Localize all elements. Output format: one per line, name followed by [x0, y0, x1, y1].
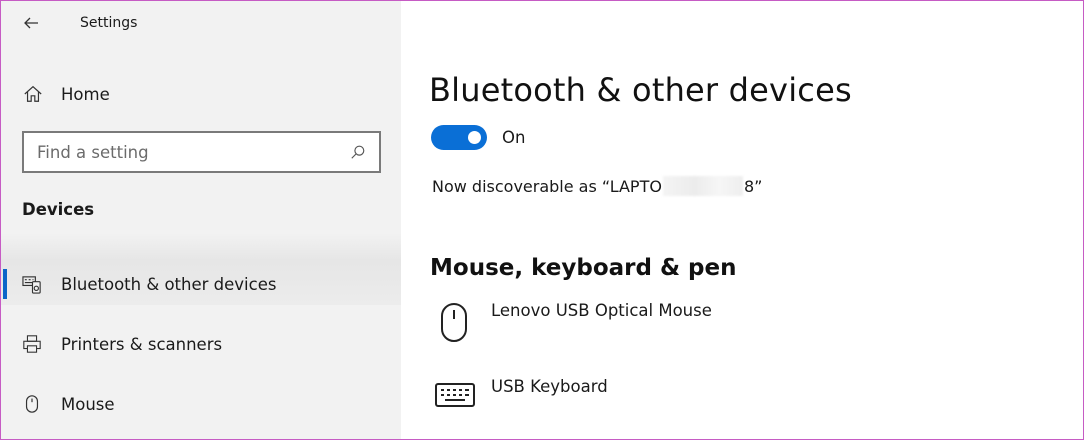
search-box[interactable] — [22, 131, 381, 173]
mouse-icon — [433, 303, 477, 347]
sidebar-item-home[interactable]: Home — [1, 77, 401, 111]
toggle-state-label: On — [502, 128, 526, 147]
search-input[interactable] — [37, 142, 337, 162]
back-arrow-icon — [24, 17, 38, 29]
nav-hover-shade — [1, 233, 401, 261]
search-icon[interactable] — [349, 143, 367, 161]
device-name: Lenovo USB Optical Mouse — [491, 301, 712, 320]
sidebar-item-mouse[interactable]: Mouse — [1, 384, 401, 424]
redacted-device-name — [662, 176, 743, 196]
printer-icon — [21, 333, 43, 355]
discoverable-prefix: Now discoverable as “LAPTO — [432, 176, 662, 196]
discoverable-text: Now discoverable as “LAPTO 8” — [432, 176, 762, 196]
device-item[interactable]: USB Keyboard — [433, 377, 608, 423]
sidebar-item-printers[interactable]: Printers & scanners — [1, 324, 401, 364]
discoverable-suffix: 8” — [743, 176, 763, 196]
section-title-mouse-keyboard-pen: Mouse, keyboard & pen — [430, 255, 737, 281]
page-title: Bluetooth & other devices — [429, 71, 852, 109]
section-heading: Devices — [22, 200, 95, 219]
app-title: Settings — [80, 15, 138, 31]
device-name: USB Keyboard — [491, 377, 608, 396]
bluetooth-toggle[interactable] — [431, 125, 487, 150]
back-button[interactable] — [1, 1, 61, 45]
mouse-icon — [21, 393, 43, 415]
keyboard-icon — [433, 379, 477, 423]
sidebar-item-label: Mouse — [61, 394, 115, 414]
sidebar-item-label: Printers & scanners — [61, 334, 223, 354]
settings-window: Settings Home Devices — [0, 0, 1084, 440]
sidebar-item-label: Home — [61, 84, 110, 104]
bluetooth-devices-icon — [21, 273, 43, 295]
sidebar-item-bluetooth[interactable]: Bluetooth & other devices — [1, 264, 401, 304]
device-item[interactable]: Lenovo USB Optical Mouse — [433, 301, 712, 347]
bluetooth-toggle-row: On — [431, 125, 525, 150]
title-bar: Settings — [1, 1, 401, 45]
home-icon — [22, 83, 44, 105]
sidebar: Settings Home Devices — [1, 1, 401, 439]
sidebar-item-label: Bluetooth & other devices — [61, 274, 277, 294]
main-content: Bluetooth & other devices On Now discove… — [401, 1, 1083, 439]
